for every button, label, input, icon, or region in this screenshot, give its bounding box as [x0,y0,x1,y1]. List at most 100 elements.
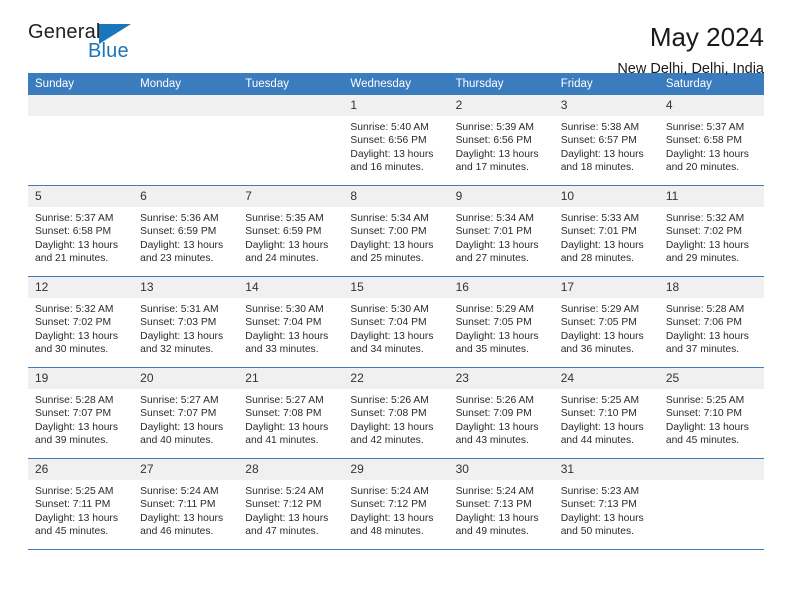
sun-info: Sunrise: 5:32 AM Sunset: 7:02 PM Daylight:… [28,298,133,357]
sun-info-line-daylight2: and 18 minutes. [560,162,634,174]
sun-info-line-daylight2: and 17 minutes. [455,162,529,174]
sun-info-line-daylight2: and 36 minutes. [560,344,634,356]
sun-info-line-sunrise: Sunrise: 5:28 AM [35,395,114,406]
weekday-header-thursday: Thursday [448,73,554,95]
sun-info: Sunrise: 5:24 AM Sunset: 7:13 PM Daylight:… [449,480,554,539]
sun-info-line-daylight2: and 32 minutes. [140,344,214,356]
title-block: May 2024 New Delhi, Delhi, India [617,22,764,77]
calendar-day-cell[interactable]: 7 Sunrise: 5:35 AM Sunset: 6:59 PM Daylight… [238,185,344,277]
sun-info-line-sunset: Sunset: 7:12 PM [245,499,322,511]
calendar-day-cell[interactable]: 28 Sunrise: 5:24 AM Sunset: 7:12 PM Dayligh… [238,458,344,550]
calendar-day-cell[interactable]: 31 Sunrise: 5:23 AM Sunset: 7:13 PM Dayligh… [553,458,659,550]
calendar-day-cell[interactable]: 14 Sunrise: 5:30 AM Sunset: 7:04 PM Dayligh… [238,276,344,368]
day-number: 5 [28,186,134,207]
sun-info-line-daylight1: Daylight: 13 hours [245,330,329,342]
sun-info-line-daylight1: Daylight: 13 hours [140,239,224,251]
sun-info-line-daylight1: Daylight: 13 hours [665,148,749,160]
sun-info-line-sunset: Sunset: 6:59 PM [245,226,322,238]
sun-info-line-daylight2: and 40 minutes. [140,435,214,447]
calendar-day-cell[interactable]: 6 Sunrise: 5:36 AM Sunset: 6:59 PM Daylight… [133,185,239,277]
day-number: 8 [343,186,449,207]
calendar-day-cell[interactable]: 15 Sunrise: 5:30 AM Sunset: 7:04 PM Dayligh… [343,276,449,368]
sun-info: Sunrise: 5:27 AM Sunset: 7:08 PM Daylight:… [238,389,343,448]
sun-info-line-sunset: Sunset: 7:01 PM [455,226,532,238]
calendar-day-cell[interactable]: 8 Sunrise: 5:34 AM Sunset: 7:00 PM Daylight… [343,185,449,277]
sun-info-line-daylight1: Daylight: 13 hours [560,239,644,251]
sun-info-line-sunset: Sunset: 7:13 PM [560,499,637,511]
calendar-day-cell[interactable]: 30 Sunrise: 5:24 AM Sunset: 7:13 PM Dayligh… [448,458,554,550]
calendar-day-cell[interactable]: 5 Sunrise: 5:37 AM Sunset: 6:58 PM Daylight… [28,185,134,277]
general-blue-logo[interactable]: General Blue [28,22,140,68]
sun-info: Sunrise: 5:24 AM Sunset: 7:11 PM Daylight:… [133,480,238,539]
page-subtitle: New Delhi, Delhi, India [617,60,764,77]
calendar-day-cell[interactable]: 20 Sunrise: 5:27 AM Sunset: 7:07 PM Dayligh… [133,367,239,459]
sun-info-line-sunset: Sunset: 7:03 PM [140,317,217,329]
day-number: 24 [553,368,659,389]
sun-info: Sunrise: 5:35 AM Sunset: 6:59 PM Daylight:… [238,207,343,266]
sun-info-line-sunset: Sunset: 6:59 PM [140,226,217,238]
calendar-day-cell[interactable]: 24 Sunrise: 5:25 AM Sunset: 7:10 PM Dayligh… [553,367,659,459]
calendar-week-row: 26 Sunrise: 5:25 AM Sunset: 7:11 PM Dayligh… [28,458,764,550]
calendar-day-cell[interactable]: 21 Sunrise: 5:27 AM Sunset: 7:08 PM Dayligh… [238,367,344,459]
day-number: 16 [448,277,554,298]
day-number: 31 [553,459,659,480]
calendar-day-cell[interactable]: 1 Sunrise: 5:40 AM Sunset: 6:56 PM Daylight… [343,95,449,186]
calendar-day-cell[interactable]: 12 Sunrise: 5:32 AM Sunset: 7:02 PM Dayligh… [28,276,134,368]
sun-info-line-sunrise: Sunrise: 5:37 AM [35,213,114,224]
sun-info-line-sunset: Sunset: 7:04 PM [245,317,322,329]
day-number: 23 [448,368,554,389]
day-number: 4 [658,95,764,116]
calendar-day-cell[interactable]: 11 Sunrise: 5:32 AM Sunset: 7:02 PM Dayligh… [658,185,764,277]
sun-info: Sunrise: 5:37 AM Sunset: 6:58 PM Daylight:… [28,207,133,266]
sun-info-line-daylight2: and 39 minutes. [35,435,109,447]
sun-info-line-daylight1: Daylight: 13 hours [455,421,539,433]
sun-info-line-sunset: Sunset: 7:08 PM [245,408,322,420]
sun-info-line-sunset: Sunset: 7:09 PM [455,408,532,420]
calendar-day-cell[interactable]: 16 Sunrise: 5:29 AM Sunset: 7:05 PM Dayligh… [448,276,554,368]
sun-info: Sunrise: 5:27 AM Sunset: 7:07 PM Daylight:… [133,389,238,448]
calendar-day-cell[interactable]: 27 Sunrise: 5:24 AM Sunset: 7:11 PM Dayligh… [133,458,239,550]
calendar-day-cell[interactable]: 17 Sunrise: 5:29 AM Sunset: 7:05 PM Dayligh… [553,276,659,368]
calendar-day-cell[interactable]: 18 Sunrise: 5:28 AM Sunset: 7:06 PM Dayligh… [658,276,764,368]
calendar-day-cell[interactable]: 4 Sunrise: 5:37 AM Sunset: 6:58 PM Daylight… [658,95,764,186]
calendar-day-cell[interactable]: 26 Sunrise: 5:25 AM Sunset: 7:11 PM Dayligh… [28,458,134,550]
calendar-day-cell[interactable]: 2 Sunrise: 5:39 AM Sunset: 6:56 PM Daylight… [448,95,554,186]
day-number: 15 [343,277,449,298]
sun-info-line-sunset: Sunset: 6:58 PM [665,135,742,147]
day-number: 3 [553,95,659,116]
calendar-day-cell[interactable]: 9 Sunrise: 5:34 AM Sunset: 7:01 PM Daylight… [448,185,554,277]
sun-info-line-sunrise: Sunrise: 5:25 AM [35,486,114,497]
calendar-day-cell[interactable]: 23 Sunrise: 5:26 AM Sunset: 7:09 PM Dayligh… [448,367,554,459]
sun-info: Sunrise: 5:36 AM Sunset: 6:59 PM Daylight:… [133,207,238,266]
calendar-day-cell[interactable]: 13 Sunrise: 5:31 AM Sunset: 7:03 PM Dayligh… [133,276,239,368]
sun-info: Sunrise: 5:25 AM Sunset: 7:11 PM Daylight:… [28,480,133,539]
day-number: 21 [238,368,344,389]
calendar-day-cell[interactable]: 19 Sunrise: 5:28 AM Sunset: 7:07 PM Dayligh… [28,367,134,459]
day-number: 1 [343,95,449,116]
sun-info: Sunrise: 5:29 AM Sunset: 7:05 PM Daylight:… [554,298,659,357]
calendar-day-cell[interactable]: 29 Sunrise: 5:24 AM Sunset: 7:12 PM Dayligh… [343,458,449,550]
sun-info-line-daylight1: Daylight: 13 hours [455,330,539,342]
sun-info: Sunrise: 5:30 AM Sunset: 7:04 PM Daylight:… [238,298,343,357]
sun-info-line-daylight1: Daylight: 13 hours [350,421,434,433]
calendar-day-cell[interactable]: 22 Sunrise: 5:26 AM Sunset: 7:08 PM Dayligh… [343,367,449,459]
sun-info: Sunrise: 5:38 AM Sunset: 6:57 PM Daylight:… [554,116,659,175]
calendar-day-cell[interactable]: 25 Sunrise: 5:25 AM Sunset: 7:10 PM Dayligh… [658,367,764,459]
sun-info-line-sunset: Sunset: 6:57 PM [560,135,637,147]
sun-info-line-daylight2: and 41 minutes. [245,435,319,447]
sun-info-line-daylight1: Daylight: 13 hours [35,421,118,433]
sun-info: Sunrise: 5:23 AM Sunset: 7:13 PM Daylight:… [554,480,659,539]
calendar-week-row: 12 Sunrise: 5:32 AM Sunset: 7:02 PM Dayligh… [28,276,764,368]
calendar-day-cell[interactable]: 3 Sunrise: 5:38 AM Sunset: 6:57 PM Daylight… [553,95,659,186]
calendar-week-row: 5 Sunrise: 5:37 AM Sunset: 6:58 PM Daylight… [28,185,764,277]
sun-info-line-sunrise: Sunrise: 5:23 AM [560,486,640,497]
sun-info: Sunrise: 5:29 AM Sunset: 7:05 PM Daylight:… [449,298,554,357]
day-number [28,95,134,116]
sun-info: Sunrise: 5:33 AM Sunset: 7:01 PM Daylight:… [554,207,659,266]
sun-info-line-sunrise: Sunrise: 5:26 AM [350,395,429,406]
sun-info-line-daylight1: Daylight: 13 hours [140,512,224,524]
sun-info-line-sunset: Sunset: 7:00 PM [350,226,427,238]
day-number: 12 [28,277,134,298]
calendar-day-cell[interactable]: 10 Sunrise: 5:33 AM Sunset: 7:01 PM Dayligh… [553,185,659,277]
sun-info-line-daylight2: and 50 minutes. [560,526,634,538]
